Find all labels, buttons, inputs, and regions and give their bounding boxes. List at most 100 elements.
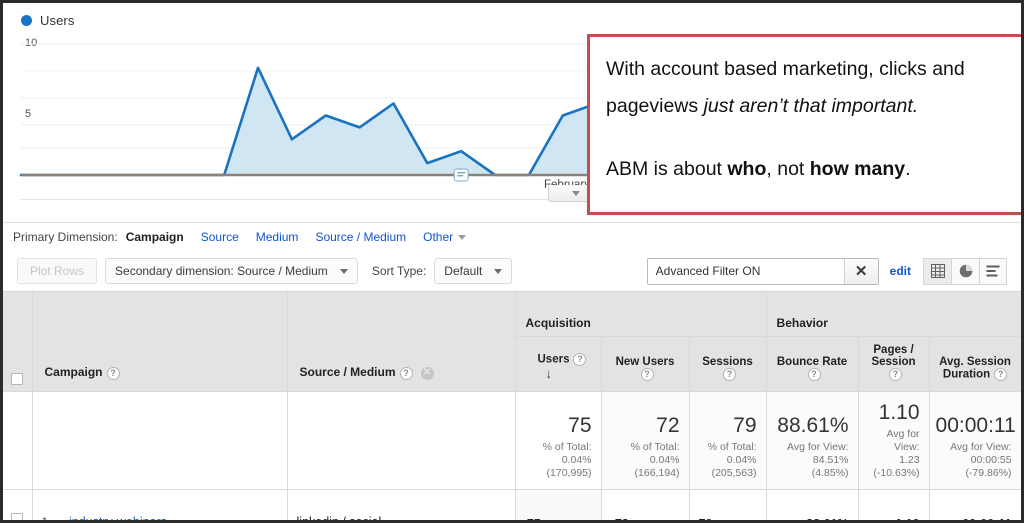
row-select-cell[interactable] [3,489,33,520]
advanced-filter-status: Advanced Filter ON [655,264,761,278]
summary-bounce-rate-value: 88.61% [777,413,849,437]
table-view-icon[interactable] [923,257,951,285]
annotation-marker-icon[interactable] [453,168,469,182]
plot-rows-button[interactable]: Plot Rows [17,258,98,284]
summary-users-sub: % of Total: 0.04% (170,995) [522,441,592,480]
header-group-behavior: Behavior [766,292,1021,337]
callout-line-2: ABM is about who, not how many. [606,151,1008,188]
table-toolbar: Plot Rows Secondary dimension: Source / … [3,251,1021,291]
summary-pages-session-sub-pct: 1.23 [899,453,920,466]
row-source-medium-cell: linkedin / social [287,489,516,520]
row-new-users-value: 72 [615,517,629,521]
summary-users-sub-total: (170,995) [546,466,592,479]
remove-secondary-dimension-icon[interactable]: ✕ [420,366,434,380]
select-all-header[interactable] [3,292,33,392]
pie-chart-glyph [959,264,972,278]
summary-pages-session-sub: Avg for View: 1.23 (-10.63%) [865,428,920,480]
help-icon[interactable]: ? [573,352,587,366]
help-icon[interactable]: ? [399,366,413,380]
summary-sessions-sub: % of Total: 0.04% (205,563) [696,441,757,480]
view-type-group [923,257,1007,285]
sort-descending-icon[interactable]: ↓ [546,366,553,381]
dimension-tab-medium[interactable]: Medium [256,230,299,244]
header-campaign[interactable]: Campaign? [32,292,288,392]
pie-chart-view-icon[interactable] [951,257,979,285]
edit-filter-link[interactable]: edit [890,264,911,278]
summary-users: 75 % of Total: 0.04% (170,995) [515,391,602,490]
header-new-users[interactable]: New Users ? [601,336,690,392]
summary-sessions-sub-pct: 0.04% [726,453,757,466]
summary-new-users-value: 72 [656,413,680,437]
chevron-down-icon [571,190,580,196]
header-bounce-rate[interactable]: Bounce Rate ? [766,336,859,392]
callout-line-2-text-b: , not [766,158,810,180]
help-icon[interactable]: ? [994,367,1008,381]
callout-line-1: With account based marketing, clicks and… [606,51,1008,125]
row-users-cell: 75(100.00%) [515,489,602,521]
chart-legend: Users [21,13,74,28]
table-summary-row: 75 % of Total: 0.04% (170,995) 72 % of T… [3,391,1021,490]
help-icon[interactable]: ? [889,367,903,381]
summary-pages-session-sub-total: (-10.63%) [873,466,920,479]
summary-avg-duration-sub-label: Avg for View: [950,440,1012,453]
summary-source-medium-cell [287,391,516,490]
summary-sessions-sub-label: % of Total: [707,440,757,453]
summary-sessions-sub-total: (205,563) [711,466,757,479]
header-sessions-label: Sessions [702,355,753,368]
row-sessions-pct: (100.00%) [712,519,763,521]
header-pages-session[interactable]: Pages / Session ? [858,336,930,392]
header-users[interactable]: Users ? ↓ [515,336,602,392]
row-users-value: 75 [527,517,541,521]
dimension-tab-campaign[interactable]: Campaign [126,230,184,244]
chevron-down-icon [458,234,467,240]
summary-bounce-rate-sub-pct: 84.51% [812,453,849,466]
legend-color-dot [21,15,32,26]
help-icon[interactable]: ? [807,367,821,381]
header-avg-session-duration[interactable]: Avg. Session Duration? [929,336,1021,392]
comparison-view-icon[interactable] [979,257,1007,285]
summary-users-sub-pct: 0.04% [561,453,592,466]
summary-sessions: 79 % of Total: 0.04% (205,563) [689,391,767,490]
row-avg-duration-cell: 00:00:11 [929,489,1021,521]
callout-annotation-box: With account based marketing, clicks and… [587,34,1021,215]
row-pages-session-value: 1.10 [895,517,919,521]
summary-avg-duration-sub-pct: 00:00:55 [970,453,1012,466]
summary-users-sub-label: % of Total: [542,440,592,453]
header-source-medium[interactable]: Source / Medium? ✕ [287,292,516,392]
sort-type-value: Default [444,264,483,278]
row-campaign-link[interactable]: industry-webinars [69,515,167,521]
secondary-dimension-select[interactable]: Secondary dimension: Source / Medium [105,258,358,284]
help-icon[interactable]: ? [640,367,654,381]
row-users-pct: (100.00%) [541,519,592,521]
row-pages-session-cell: 1.10 [858,489,930,521]
summary-new-users-sub-label: % of Total: [630,440,680,453]
advanced-filter-box: Advanced Filter ON ✕ [646,257,879,285]
callout-line-2-text-c: . [905,158,911,180]
dimension-tab-other[interactable]: Other [423,230,467,244]
toolbar-right-group: Advanced Filter ON ✕ edit [646,251,1007,291]
sort-type-select[interactable]: Default [434,258,513,284]
dimension-tab-source-medium[interactable]: Source / Medium [315,230,406,244]
sort-type-label: Sort Type: [371,264,427,278]
checkbox-icon[interactable] [11,512,24,520]
header-new-users-label: New Users [615,355,675,368]
table-row: 1. industry-webinars linkedin / social 7… [3,489,1021,521]
table-grid-glyph [930,264,945,278]
header-source-medium-label: Source / Medium [299,365,396,380]
report-table: Campaign? Source / Medium? ✕ Acquisition … [3,291,1021,520]
summary-users-value: 75 [568,413,592,437]
row-avg-duration-value: 00:00:11 [962,517,1011,521]
clear-filter-button[interactable]: ✕ [843,258,878,284]
header-sessions[interactable]: Sessions ? [689,336,767,392]
header-users-label: Users [537,353,570,366]
help-icon[interactable]: ? [723,367,737,381]
help-icon[interactable]: ? [106,366,120,380]
callout-line-2-text-a: ABM is about [606,158,728,180]
summary-avg-session-duration: 00:00:11 Avg for View: 00:00:55 (-79.86%… [929,391,1021,490]
row-new-users-pct: (100.00%) [629,519,680,521]
row-bounce-rate-value: 88.61% [806,517,848,521]
dimension-tab-source[interactable]: Source [201,230,239,244]
checkbox-icon[interactable] [11,372,24,385]
row-new-users-cell: 72(100.00%) [601,489,690,521]
callout-line-1-emphasis: just aren’t that important. [703,95,919,117]
